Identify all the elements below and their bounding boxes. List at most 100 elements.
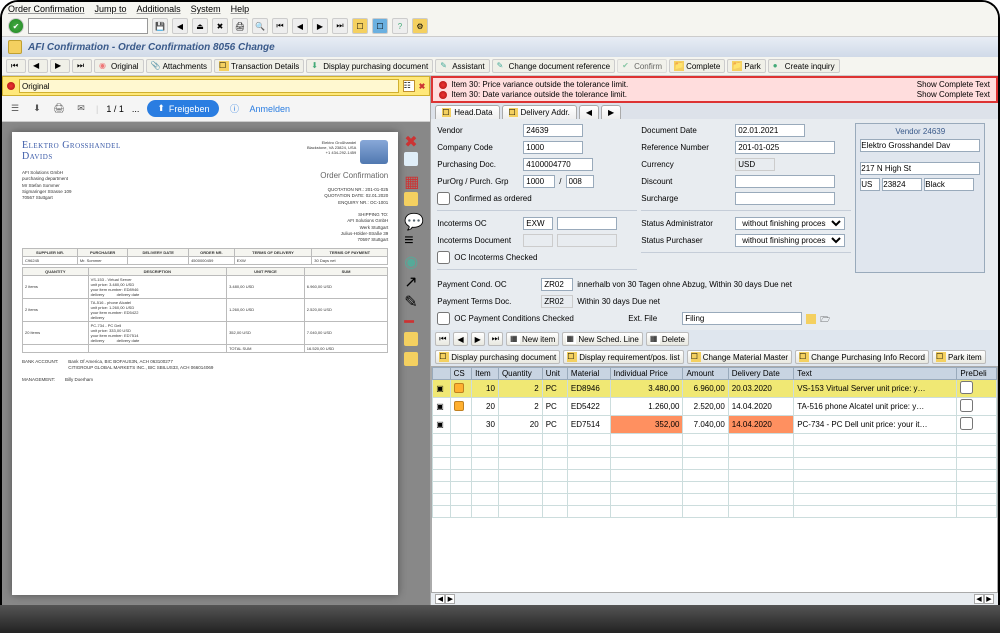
table-row[interactable]: ▣ 102PCED8946 3.480,006.960,0020.03.2020… xyxy=(433,380,997,398)
company-field[interactable] xyxy=(523,141,583,154)
purorg-field[interactable] xyxy=(523,175,555,188)
col-ddate[interactable]: Delivery Date xyxy=(728,368,793,380)
ext-folder-icon[interactable]: 🗁 xyxy=(820,314,830,324)
back-icon[interactable]: ◀ xyxy=(172,18,188,34)
download-icon[interactable]: ⬇ xyxy=(30,102,44,116)
trans-details-button[interactable]: ☐Transaction Details xyxy=(214,59,304,73)
rail-folder-icon[interactable] xyxy=(404,332,418,346)
prev-icon[interactable]: ◀ xyxy=(292,18,308,34)
surch-field[interactable] xyxy=(735,192,835,205)
show-complete-2[interactable]: Show Complete Text xyxy=(917,90,990,99)
table-row[interactable] xyxy=(433,434,997,446)
ext-browse-icon[interactable] xyxy=(806,314,816,324)
save-icon[interactable]: 💾 xyxy=(152,18,168,34)
col-cs[interactable]: CS xyxy=(450,368,472,380)
chg-rec-button[interactable]: ☐Change Purchasing Info Record xyxy=(795,350,929,364)
close-pdf-icon[interactable]: ✖ xyxy=(404,132,418,146)
enter-icon[interactable]: ✔ xyxy=(8,18,24,34)
help-icon[interactable]: ? xyxy=(392,18,408,34)
settings-icon[interactable]: ⚙ xyxy=(412,18,428,34)
confirmed-checkbox[interactable] xyxy=(437,192,450,205)
purdoc-field[interactable] xyxy=(523,158,593,171)
paychk-checkbox[interactable] xyxy=(437,312,450,325)
new-sched-button[interactable]: ▦New Sched. Line xyxy=(562,332,642,346)
rail-stamp-icon[interactable]: ◉ xyxy=(404,252,418,266)
col-mat[interactable]: Material xyxy=(567,368,610,380)
statadm-select[interactable]: without finishing process xyxy=(735,217,845,230)
ref-field[interactable] xyxy=(735,141,835,154)
rail-tag-icon[interactable] xyxy=(404,192,418,206)
vendorbox-cc[interactable] xyxy=(860,178,880,191)
rail-pdf-icon[interactable]: ▦ xyxy=(404,172,418,186)
vendorbox-addr1[interactable] xyxy=(860,162,980,175)
predeli-check[interactable] xyxy=(960,399,973,412)
nav-end-icon[interactable]: ⏭ xyxy=(72,59,92,73)
incoc-text[interactable] xyxy=(557,217,617,230)
nav-prev2-icon[interactable]: ◀ xyxy=(453,332,467,346)
nav-next-icon[interactable]: ▶ xyxy=(50,59,70,73)
disp-req-button[interactable]: ☐Display requirement/pos. list xyxy=(563,350,683,364)
display-purdoc-button[interactable]: ⬇Display purchasing document xyxy=(306,59,433,73)
park-item-button[interactable]: ☐Park item xyxy=(932,350,986,364)
new-item-button[interactable]: ▦New item xyxy=(506,332,559,346)
session-icon[interactable]: ☐ xyxy=(352,18,368,34)
close-original-icon[interactable]: ✖ xyxy=(419,82,426,91)
vendorbox-zip[interactable] xyxy=(882,178,922,191)
original-input[interactable] xyxy=(19,79,399,93)
cancel-icon[interactable]: ✖ xyxy=(212,18,228,34)
row-detail-icon[interactable]: ▣ xyxy=(436,384,444,393)
tab-delivery-addr[interactable]: ☐Delivery Addr. xyxy=(502,105,577,119)
last-icon[interactable]: ⏭ xyxy=(332,18,348,34)
tab-scroll-right-icon[interactable]: ▶ xyxy=(601,105,621,119)
table-row[interactable] xyxy=(433,446,997,458)
payoc-field[interactable] xyxy=(541,278,573,291)
create-inquiry-button[interactable]: ●Create inquiry xyxy=(768,59,840,73)
delete-button[interactable]: ▦Delete xyxy=(646,332,689,346)
predeli-check[interactable] xyxy=(960,417,973,430)
change-docref-button[interactable]: ✎Change document reference xyxy=(492,59,615,73)
table-row[interactable]: ▣ 202PCED5422 1.260,002.520,0014.04.2020… xyxy=(433,398,997,416)
ext-field[interactable] xyxy=(682,312,802,325)
rail-edit-icon[interactable]: ✎ xyxy=(404,292,418,306)
print-icon[interactable]: 🖨 xyxy=(232,18,248,34)
col-qty[interactable]: Quantity xyxy=(498,368,542,380)
nav-prev-icon[interactable]: ◀ xyxy=(28,59,48,73)
find-icon[interactable]: 🔍 xyxy=(252,18,268,34)
show-complete-1[interactable]: Show Complete Text xyxy=(917,80,990,89)
nav-start-icon[interactable]: ⏮ xyxy=(6,59,26,73)
complete-button[interactable]: 📁Complete xyxy=(669,59,725,73)
incochk-checkbox[interactable] xyxy=(437,251,450,264)
menu-jump[interactable]: Jump to xyxy=(95,4,127,14)
rail-export-icon[interactable]: ↗ xyxy=(404,272,418,286)
menu-add[interactable]: Additionals xyxy=(137,4,181,14)
command-field[interactable] xyxy=(28,18,148,34)
picker-icon[interactable]: ☷ xyxy=(403,80,415,92)
freigeben-button[interactable]: ⬆Freigeben xyxy=(147,100,219,117)
park-button[interactable]: 📁Park xyxy=(727,59,765,73)
col-iprice[interactable]: Individual Price xyxy=(610,368,683,380)
original-button[interactable]: ◉Original xyxy=(94,59,144,73)
nav-next2-icon[interactable]: ▶ xyxy=(471,332,485,346)
vendorbox-city[interactable] xyxy=(924,178,974,191)
predeli-check[interactable] xyxy=(960,381,973,394)
rail-comment-icon[interactable]: 💬 xyxy=(404,212,418,226)
rail-highlight-icon[interactable]: ━ xyxy=(404,312,418,326)
purgrp-field[interactable] xyxy=(566,175,594,188)
docdate-field[interactable] xyxy=(735,124,805,137)
menu-sys[interactable]: System xyxy=(191,4,221,14)
nav-first-icon[interactable]: ⏮ xyxy=(435,332,450,346)
table-row[interactable]: ▣ 3020PCED7514 352,007.040,0014.04.2020P… xyxy=(433,416,997,434)
col-pre[interactable]: PreDeli xyxy=(957,368,997,380)
col-unit[interactable]: Unit xyxy=(542,368,567,380)
tab-scroll-left-icon[interactable]: ◀ xyxy=(579,105,599,119)
tab-head-data[interactable]: ☐Head.Data xyxy=(435,105,499,119)
row-detail-icon[interactable]: ▣ xyxy=(436,420,444,429)
vendor-field[interactable] xyxy=(523,124,583,137)
row-detail-icon[interactable]: ▣ xyxy=(436,402,444,411)
table-row[interactable] xyxy=(433,458,997,470)
chg-mat-button[interactable]: ☐Change Material Master xyxy=(687,350,792,364)
sidebar-toggle-icon[interactable]: ☰ xyxy=(8,102,22,116)
layout-icon[interactable]: ☐ xyxy=(372,18,388,34)
next-icon[interactable]: ▶ xyxy=(312,18,328,34)
vendorbox-name[interactable] xyxy=(860,139,980,152)
